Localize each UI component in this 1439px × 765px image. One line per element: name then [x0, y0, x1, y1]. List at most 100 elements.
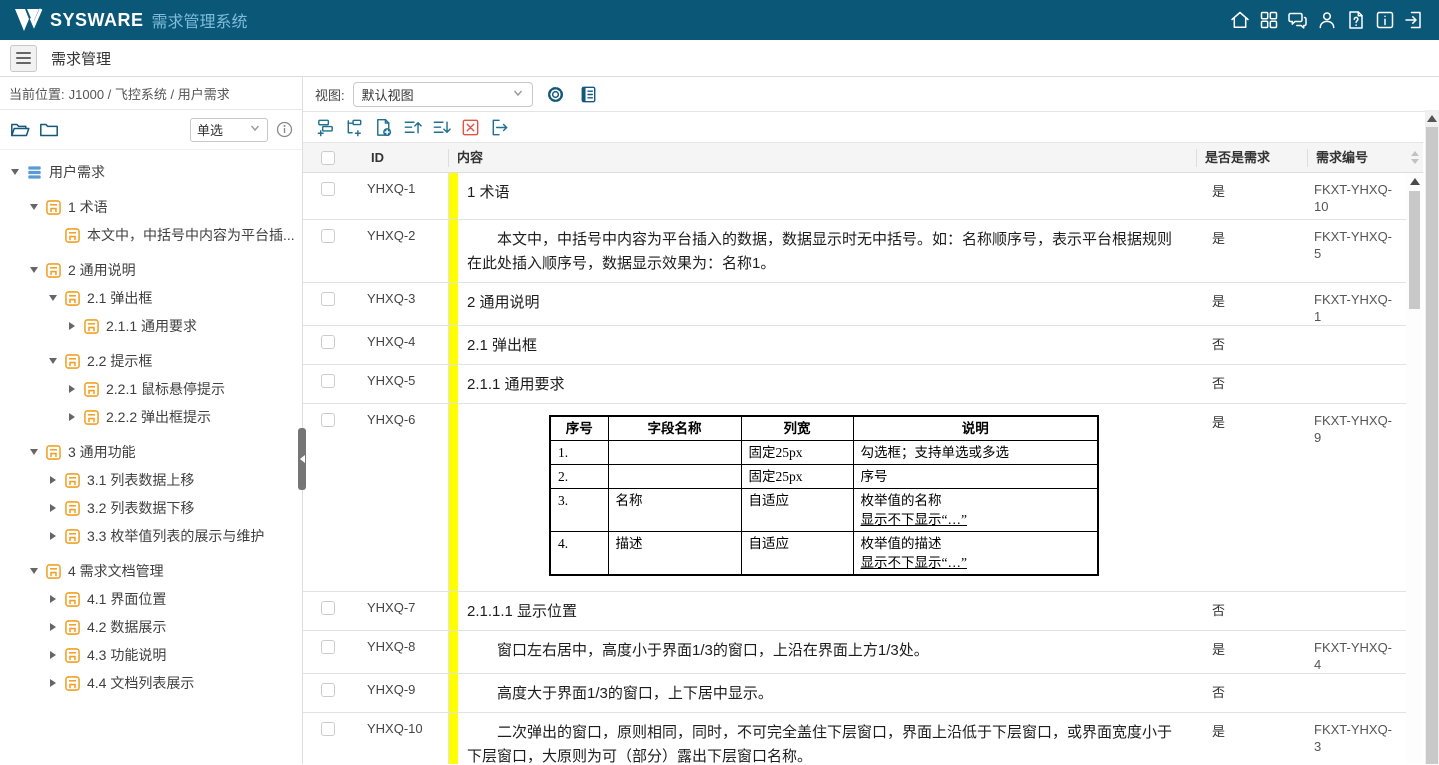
move-down-icon[interactable] [431, 117, 452, 138]
tree-expand-closed-icon[interactable] [46, 679, 60, 687]
table-row[interactable]: YHXQ-8窗口左右居中，高度小于界面1/3的窗口，上沿在界面上方1/3处。是F… [303, 631, 1406, 674]
tree-item[interactable]: 3 通用功能 [0, 438, 302, 466]
hamburger-menu-icon[interactable] [10, 45, 37, 72]
settings-gear-icon[interactable] [545, 84, 566, 105]
topbar-icon-group [1229, 9, 1425, 31]
row-checkbox[interactable] [321, 413, 335, 427]
view-select[interactable]: 默认视图 [353, 82, 533, 107]
row-checkbox[interactable] [321, 601, 335, 615]
tree-item[interactable]: 4.1 界面位置 [0, 585, 302, 613]
add-sibling-node-icon[interactable] [315, 117, 336, 138]
table-row[interactable]: YHXQ-32 通用说明是FKXT-YHXQ-1 [303, 283, 1406, 326]
tree-expand-closed-icon[interactable] [46, 623, 60, 631]
layers-icon [26, 164, 43, 181]
page-scroll-up-button[interactable] [1425, 110, 1439, 126]
row-content: 2 通用说明 [448, 283, 1196, 325]
tree-expand-closed-icon[interactable] [46, 504, 60, 512]
tree-expand-open-icon[interactable] [46, 358, 60, 364]
table-scrollbar[interactable] [1406, 142, 1423, 764]
table-row[interactable]: YHXQ-2本文中，中括号中内容为平台插入的数据，数据显示时无中括号。如：名称顺… [303, 220, 1406, 283]
column-header-is-requirement[interactable]: 是否是需求 [1196, 149, 1307, 167]
tree-item[interactable]: 2.2.1 鼠标悬停提示 [0, 375, 302, 403]
tree-expand-open-icon[interactable] [27, 267, 41, 273]
folder-closed-icon[interactable] [38, 119, 60, 141]
doc-table-cell: 1. [550, 441, 608, 465]
tree-item[interactable]: 2.2.2 弹出框提示 [0, 403, 302, 431]
row-content: 2.1.1 通用要求 [448, 365, 1196, 403]
info-square-icon[interactable] [1374, 9, 1396, 31]
panel-collapse-handle[interactable] [298, 428, 306, 490]
user-icon[interactable] [1316, 9, 1338, 31]
tree-item[interactable]: 2.1.1 通用要求 [0, 312, 302, 340]
add-child-node-icon[interactable] [344, 117, 365, 138]
tree-expand-open-icon[interactable] [27, 204, 41, 210]
row-checkbox[interactable] [321, 292, 335, 306]
messages-icon[interactable] [1287, 9, 1309, 31]
selection-mode-select[interactable]: 单选 [190, 118, 268, 142]
table-row[interactable]: YHXQ-10二次弹出的窗口，原则相同，同时，不可完全盖住下层窗口，界面上沿低于… [303, 713, 1406, 764]
tree-expand-closed-icon[interactable] [46, 476, 60, 484]
tree-item[interactable]: 3.2 列表数据下移 [0, 494, 302, 522]
export-icon[interactable] [489, 117, 510, 138]
row-checkbox[interactable] [321, 722, 335, 736]
tree-expand-open-icon[interactable] [8, 169, 22, 175]
tree-item[interactable]: 3.1 列表数据上移 [0, 466, 302, 494]
column-header-id[interactable]: ID [353, 150, 448, 165]
home-icon[interactable] [1229, 9, 1251, 31]
tree-expand-closed-icon[interactable] [65, 413, 79, 421]
tree-item[interactable]: 3.3 枚举值列表的展示与维护 [0, 522, 302, 550]
scroll-up-mini-icon[interactable] [1411, 151, 1419, 156]
scrollbar-up-button[interactable] [1406, 173, 1423, 189]
tree-item-label: 2.2 提示框 [87, 351, 152, 371]
add-requirement-icon[interactable] [373, 117, 394, 138]
row-content: 高度大于界面1/3的窗口，上下居中显示。 [448, 674, 1196, 712]
column-header-content[interactable]: 内容 [448, 149, 1196, 167]
column-header-req-number[interactable]: 需求编号 [1307, 149, 1406, 167]
row-checkbox[interactable] [321, 640, 335, 654]
scrollbar-thumb[interactable] [1409, 191, 1420, 309]
tree-expand-closed-icon[interactable] [65, 385, 79, 393]
tree-item[interactable]: 2 通用说明 [0, 256, 302, 284]
tree-expand-open-icon[interactable] [46, 295, 60, 301]
move-up-icon[interactable] [402, 117, 423, 138]
table-row[interactable]: YHXQ-9高度大于界面1/3的窗口，上下居中显示。否 [303, 674, 1406, 713]
row-checkbox[interactable] [321, 683, 335, 697]
table-row[interactable]: YHXQ-6序号字段名称列宽说明1.固定25px勾选框；支持单选或多选2.固定2… [303, 404, 1406, 592]
tree-item[interactable]: 2.2 提示框 [0, 347, 302, 375]
document-help-icon[interactable] [1345, 9, 1367, 31]
tree-item[interactable]: 4 需求文档管理 [0, 557, 302, 585]
apps-grid-icon[interactable] [1258, 9, 1280, 31]
tree-expand-closed-icon[interactable] [46, 532, 60, 540]
logout-icon[interactable] [1403, 9, 1425, 31]
row-checkbox[interactable] [321, 374, 335, 388]
delete-icon[interactable] [460, 117, 481, 138]
tree-item[interactable]: 1 术语 [0, 193, 302, 221]
tree-item[interactable]: 2.1 弹出框 [0, 284, 302, 312]
tree-item[interactable]: 4.3 功能说明 [0, 641, 302, 669]
tree-expand-closed-icon[interactable] [46, 651, 60, 659]
row-checkbox[interactable] [321, 229, 335, 243]
view-config-icon[interactable] [578, 84, 599, 105]
table-row[interactable]: YHXQ-52.1.1 通用要求否 [303, 365, 1406, 404]
folder-open-icon[interactable] [9, 119, 31, 141]
tree-expand-open-icon[interactable] [27, 449, 41, 455]
page-scrollbar[interactable] [1425, 110, 1439, 764]
tree-item[interactable]: 用户需求 [0, 158, 302, 186]
row-checkbox[interactable] [321, 335, 335, 349]
tree-item[interactable]: 4.4 文档列表展示 [0, 669, 302, 697]
row-is-requirement: 是 [1196, 283, 1307, 310]
table-row[interactable]: YHXQ-11 术语是FKXT-YHXQ-10 [303, 173, 1406, 220]
select-all-checkbox[interactable] [321, 151, 335, 165]
scroll-down-mini-icon[interactable] [1411, 159, 1419, 164]
page-scrollbar-thumb[interactable] [1426, 127, 1438, 764]
tree-expand-closed-icon[interactable] [65, 322, 79, 330]
doc-table-header: 列宽 [741, 416, 853, 441]
row-checkbox[interactable] [321, 182, 335, 196]
tree-item[interactable]: 4.2 数据展示 [0, 613, 302, 641]
table-row[interactable]: YHXQ-42.1 弹出框否 [303, 326, 1406, 365]
tree-expand-closed-icon[interactable] [46, 595, 60, 603]
tree-item[interactable]: 本文中，中括号中内容为平台插... [0, 221, 302, 249]
info-circle-icon[interactable] [276, 121, 293, 138]
table-row[interactable]: YHXQ-72.1.1.1 显示位置否 [303, 592, 1406, 631]
tree-expand-open-icon[interactable] [27, 568, 41, 574]
